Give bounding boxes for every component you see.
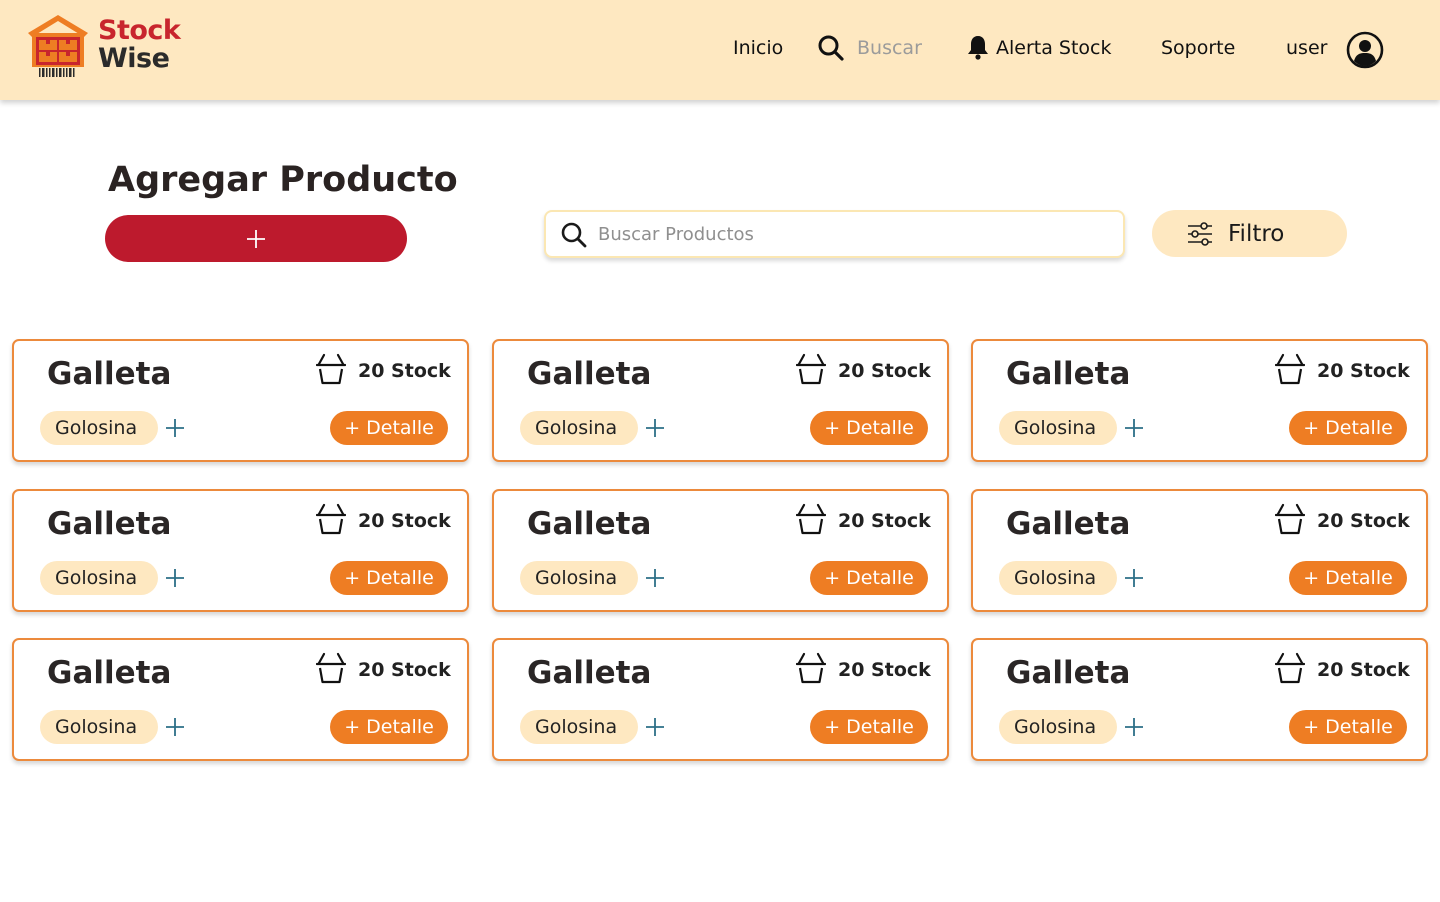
product-name: Galleta xyxy=(1006,655,1131,691)
nav-home-link[interactable]: Inicio xyxy=(733,36,783,60)
product-stock: 20 Stock xyxy=(358,360,451,382)
detail-button[interactable]: + Detalle xyxy=(1289,561,1407,595)
add-category-icon[interactable] xyxy=(644,567,666,589)
add-category-icon[interactable] xyxy=(1123,716,1145,738)
page-title: Agregar Producto xyxy=(108,160,458,200)
basket-icon xyxy=(316,652,346,684)
product-stock: 20 Stock xyxy=(838,510,931,532)
product-search-input[interactable] xyxy=(598,220,1108,248)
category-chip[interactable]: Golosina xyxy=(520,561,638,595)
product-card[interactable]: Galleta 20 Stock Golosina + Detalle xyxy=(12,638,469,761)
search-icon xyxy=(561,222,587,248)
category-chip[interactable]: Golosina xyxy=(999,710,1117,744)
brand-line-2: Wise xyxy=(98,43,170,74)
sliders-icon xyxy=(1188,222,1212,246)
basket-icon xyxy=(316,503,346,535)
product-stock: 20 Stock xyxy=(358,659,451,681)
basket-icon xyxy=(316,353,346,385)
category-chip[interactable]: Golosina xyxy=(40,710,158,744)
add-category-icon[interactable] xyxy=(164,716,186,738)
add-category-icon[interactable] xyxy=(164,417,186,439)
product-stock: 20 Stock xyxy=(1317,659,1410,681)
add-category-icon[interactable] xyxy=(644,417,666,439)
add-category-icon[interactable] xyxy=(644,716,666,738)
basket-icon xyxy=(1275,353,1305,385)
basket-icon xyxy=(1275,503,1305,535)
product-name: Galleta xyxy=(527,655,652,691)
category-chip[interactable]: Golosina xyxy=(999,561,1117,595)
warehouse-logo-icon xyxy=(28,15,88,77)
brand-wordmark: Stock Wise xyxy=(98,15,181,74)
nav-search-link[interactable]: Buscar xyxy=(857,36,922,60)
product-stock: 20 Stock xyxy=(1317,360,1410,382)
detail-button[interactable]: + Detalle xyxy=(330,561,448,595)
category-chip[interactable]: Golosina xyxy=(40,561,158,595)
product-name: Galleta xyxy=(47,356,172,392)
bell-icon[interactable] xyxy=(966,34,990,60)
basket-icon xyxy=(1275,652,1305,684)
product-card[interactable]: Galleta 20 Stock Golosina + Detalle xyxy=(971,638,1428,761)
category-chip[interactable]: Golosina xyxy=(999,411,1117,445)
nav-stock-alert-link[interactable]: Alerta Stock xyxy=(996,36,1112,60)
detail-button[interactable]: + Detalle xyxy=(810,561,928,595)
add-product-button[interactable] xyxy=(105,215,407,262)
detail-button[interactable]: + Detalle xyxy=(1289,710,1407,744)
detail-button[interactable]: + Detalle xyxy=(1289,411,1407,445)
brand-line-1: Stock xyxy=(98,15,181,46)
product-stock: 20 Stock xyxy=(1317,510,1410,532)
product-stock: 20 Stock xyxy=(358,510,451,532)
plus-icon xyxy=(247,229,265,248)
detail-button[interactable]: + Detalle xyxy=(810,710,928,744)
product-card[interactable]: Galleta 20 Stock Golosina + Detalle xyxy=(971,489,1428,612)
detail-button[interactable]: + Detalle xyxy=(330,710,448,744)
filter-button[interactable]: Filtro xyxy=(1152,210,1347,257)
basket-icon xyxy=(796,503,826,535)
nav-support-link[interactable]: Soporte xyxy=(1161,36,1235,60)
product-name: Galleta xyxy=(47,506,172,542)
user-avatar-icon[interactable] xyxy=(1346,31,1384,69)
product-card[interactable]: Galleta 20 Stock Golosina + Detalle xyxy=(12,339,469,462)
product-card[interactable]: Galleta 20 Stock Golosina + Detalle xyxy=(12,489,469,612)
product-name: Galleta xyxy=(527,506,652,542)
add-category-icon[interactable] xyxy=(1123,567,1145,589)
detail-button[interactable]: + Detalle xyxy=(810,411,928,445)
product-card[interactable]: Galleta 20 Stock Golosina + Detalle xyxy=(492,638,949,761)
search-icon[interactable] xyxy=(817,34,845,62)
add-category-icon[interactable] xyxy=(164,567,186,589)
detail-button[interactable]: + Detalle xyxy=(330,411,448,445)
product-name: Galleta xyxy=(1006,506,1131,542)
filter-label: Filtro xyxy=(1228,221,1285,247)
basket-icon xyxy=(796,353,826,385)
product-stock: 20 Stock xyxy=(838,659,931,681)
top-header: Stock Wise Inicio Buscar Alerta Stock So… xyxy=(0,0,1440,100)
stockwise-logo[interactable]: Stock Wise xyxy=(26,13,196,79)
product-stock: 20 Stock xyxy=(838,360,931,382)
category-chip[interactable]: Golosina xyxy=(520,411,638,445)
add-category-icon[interactable] xyxy=(1123,417,1145,439)
basket-icon xyxy=(796,652,826,684)
category-chip[interactable]: Golosina xyxy=(40,411,158,445)
product-name: Galleta xyxy=(527,356,652,392)
product-card[interactable]: Galleta 20 Stock Golosina + Detalle xyxy=(492,489,949,612)
user-name[interactable]: user xyxy=(1286,36,1327,60)
product-card[interactable]: Galleta 20 Stock Golosina + Detalle xyxy=(971,339,1428,462)
product-card[interactable]: Galleta 20 Stock Golosina + Detalle xyxy=(492,339,949,462)
category-chip[interactable]: Golosina xyxy=(520,710,638,744)
product-name: Galleta xyxy=(1006,356,1131,392)
product-name: Galleta xyxy=(47,655,172,691)
product-search-box[interactable] xyxy=(544,210,1125,258)
